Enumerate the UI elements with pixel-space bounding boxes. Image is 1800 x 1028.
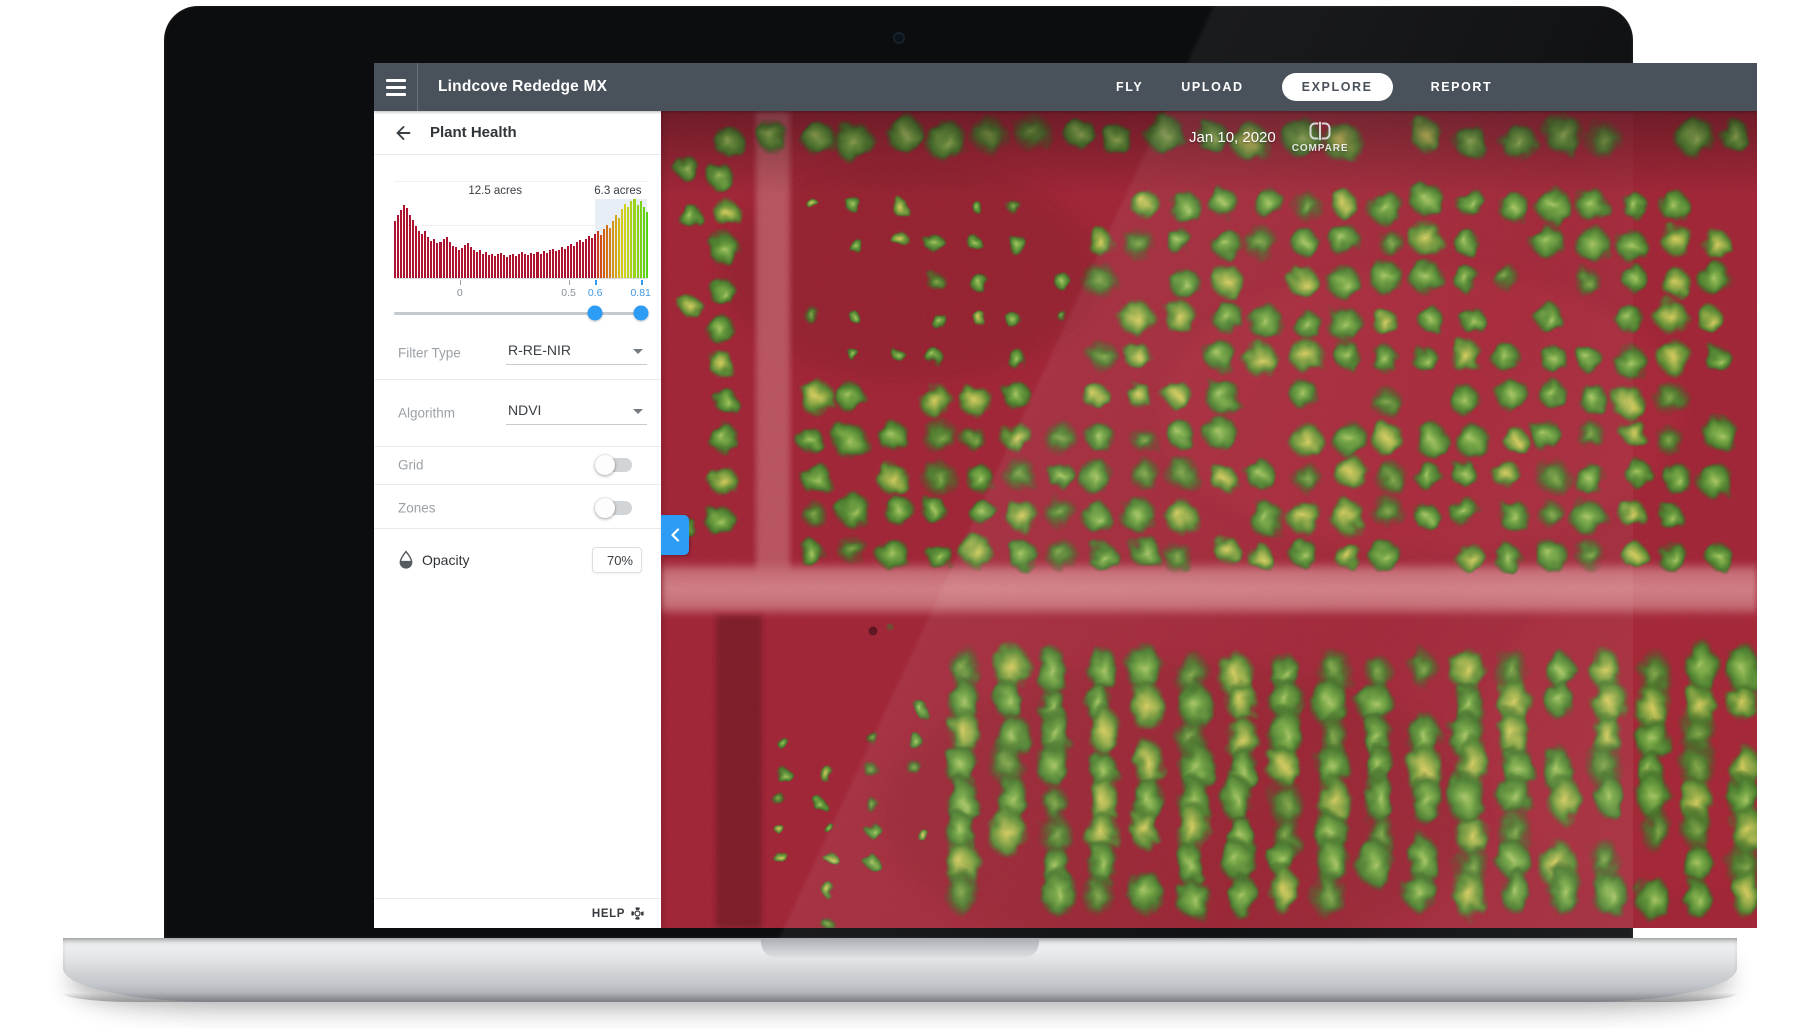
filter-type-value: R-RE-NIR xyxy=(508,342,571,358)
divider xyxy=(374,446,661,447)
plant-health-panel: Plant Health 12.5 acres 6.3 acres 0 0.5 0. xyxy=(374,111,661,928)
compare-button[interactable]: COMPARE xyxy=(1292,121,1349,154)
algorithm-label: Algorithm xyxy=(398,405,456,421)
divider xyxy=(374,379,661,380)
page-background: Lindcove Rededge MX FLY UPLOAD EXPLORE R… xyxy=(0,0,1800,1028)
back-arrow-icon[interactable] xyxy=(394,124,412,142)
opacity-label: Opacity xyxy=(422,552,470,568)
histogram-bars xyxy=(394,199,648,278)
algorithm-row: Algorithm NDVI xyxy=(374,397,661,429)
hamburger-icon xyxy=(385,78,406,82)
ndvi-map-imagery xyxy=(661,111,1757,928)
grid-label: Grid xyxy=(398,457,424,473)
grid-toggle[interactable] xyxy=(595,455,632,475)
divider xyxy=(374,484,661,485)
zones-label: Zones xyxy=(398,500,436,516)
top-navbar: Lindcove Rededge MX FLY UPLOAD EXPLORE R… xyxy=(374,63,1757,111)
zones-toggle[interactable] xyxy=(595,498,632,518)
chevron-down-icon xyxy=(633,349,643,354)
filter-type-row: Filter Type R-RE-NIR xyxy=(374,337,661,369)
panel-header: Plant Health xyxy=(374,111,661,155)
filter-type-label: Filter Type xyxy=(398,345,461,361)
histogram-axis: 0 0.5 0.6 0.81 xyxy=(394,279,651,301)
histogram-plot[interactable] xyxy=(394,199,648,279)
opacity-input[interactable]: 70% xyxy=(592,547,642,573)
laptop-base-edge xyxy=(63,993,1737,1002)
histogram: 12.5 acres 6.3 acres 0 0.5 0.6 0.81 xyxy=(394,181,651,323)
opacity-drop-icon xyxy=(399,550,413,569)
map-view[interactable]: Jan 10, 2020 COMPARE xyxy=(661,111,1757,928)
opacity-row: Opacity 70% xyxy=(374,544,661,576)
menu-button[interactable] xyxy=(374,63,418,111)
slider-handle-max[interactable] xyxy=(633,305,649,321)
range-slider xyxy=(394,303,649,323)
compare-label: COMPARE xyxy=(1291,143,1349,154)
area-label-left: 12.5 acres xyxy=(468,185,523,197)
nav-fly[interactable]: FLY xyxy=(1116,80,1143,94)
help-link[interactable]: HELP xyxy=(592,908,625,920)
map-header-overlay: Jan 10, 2020 COMPARE xyxy=(1189,117,1348,154)
chevron-down-icon xyxy=(633,409,643,414)
project-title: Lindcove Rededge MX xyxy=(438,78,608,95)
panel-collapse-button[interactable] xyxy=(661,515,689,555)
divider xyxy=(374,528,661,529)
nav-report[interactable]: REPORT xyxy=(1431,80,1493,94)
laptop-screen-bezel: Lindcove Rededge MX FLY UPLOAD EXPLORE R… xyxy=(164,6,1757,938)
filter-type-select[interactable]: R-RE-NIR xyxy=(506,339,647,365)
grid-toggle-row: Grid xyxy=(374,449,661,481)
panel-title: Plant Health xyxy=(430,124,517,141)
algorithm-value: NDVI xyxy=(508,402,542,418)
chevron-left-icon xyxy=(671,528,680,542)
laptop-base-notch xyxy=(761,938,1039,958)
map-date-label[interactable]: Jan 10, 2020 xyxy=(1189,129,1276,146)
main-nav: FLY UPLOAD EXPLORE REPORT xyxy=(1116,63,1492,111)
nav-explore[interactable]: EXPLORE xyxy=(1281,73,1393,101)
lifebuoy-icon[interactable] xyxy=(631,907,644,920)
slider-track[interactable] xyxy=(394,312,647,315)
app-window: Lindcove Rededge MX FLY UPLOAD EXPLORE R… xyxy=(374,63,1757,928)
slider-handle-min[interactable] xyxy=(587,305,603,321)
laptop-base xyxy=(63,938,1737,1002)
zones-toggle-row: Zones xyxy=(374,492,661,524)
nav-upload[interactable]: UPLOAD xyxy=(1181,80,1243,94)
laptop-camera xyxy=(895,34,903,42)
histogram-area-labels: 12.5 acres 6.3 acres xyxy=(394,181,647,199)
algorithm-select[interactable]: NDVI xyxy=(506,399,647,425)
area-label-right: 6.3 acres xyxy=(594,185,642,197)
compare-icon xyxy=(1309,121,1331,141)
panel-footer: HELP xyxy=(374,898,661,928)
